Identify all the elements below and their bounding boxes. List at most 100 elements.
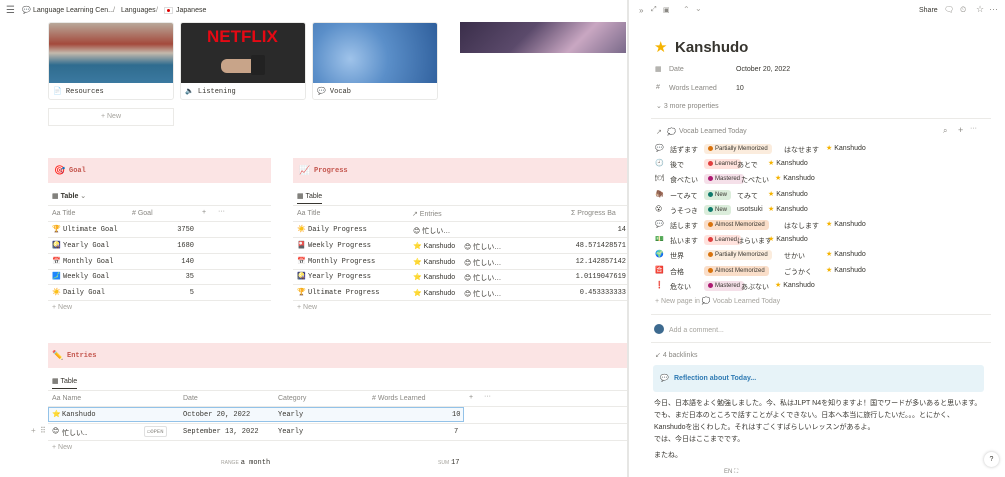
entry-link[interactable]: ★ Kanshudo [826, 266, 866, 274]
relation-label[interactable]: Vocab Learned Today [679, 128, 747, 135]
entry-link[interactable]: 😊 忙しい… [464, 273, 501, 283]
close-peek-icon[interactable]: » [639, 6, 643, 15]
share-button[interactable]: Share [919, 7, 938, 14]
gallery-new-button[interactable]: + New [48, 108, 174, 126]
entry-link[interactable]: ★ Kanshudo [768, 159, 808, 167]
table-row[interactable]: Yearly Progress [308, 273, 371, 281]
entries-col-name[interactable]: Aa Name [52, 395, 81, 402]
words-sum[interactable]: SUM 17 [438, 459, 459, 467]
vocab-word[interactable]: 危ない [670, 282, 691, 292]
new-page-button[interactable]: + New page in 💭 Vocab Learned Today [655, 297, 780, 305]
table-row[interactable]: Yearly Goal [63, 242, 109, 250]
goal-view-tab[interactable]: ▦ Table ⌄ [52, 192, 86, 200]
entry-link[interactable]: ★ Kanshudo [826, 250, 866, 258]
table-row[interactable]: Daily Goal [63, 289, 105, 297]
more-icon[interactable]: ··· [218, 208, 225, 215]
vocab-word[interactable]: 話ずます [670, 145, 698, 155]
gallery-card-resources[interactable]: 📄 Resources [48, 22, 174, 100]
progress-col-title[interactable]: Aa Title [297, 210, 320, 217]
prop-value[interactable]: 10 [736, 85, 744, 92]
add-column-icon[interactable]: + [469, 394, 473, 401]
progress-col-entries[interactable]: ↗ Entries [412, 210, 442, 218]
progress-col-bar[interactable]: Σ Progress Ba [571, 210, 616, 217]
entries-col-words[interactable]: # Words Learned [372, 395, 426, 402]
comment-input[interactable]: Add a comment... [669, 327, 724, 334]
search-icon[interactable]: ⌕ [943, 126, 947, 136]
more-properties-toggle[interactable]: ⌄ 3 more properties [656, 102, 719, 110]
gallery-card-listening[interactable]: NETFLIX 🔈 Listening [180, 22, 306, 100]
entry-link[interactable]: ⭐ Kanshudo [413, 242, 455, 250]
entries-view-tab[interactable]: ▦ Table [52, 377, 78, 389]
vocab-word[interactable]: 世界 [670, 251, 684, 261]
favorite-icon[interactable]: ☆ [976, 4, 984, 15]
entry-link[interactable]: ★ Kanshudo [768, 205, 808, 213]
entry-link[interactable]: 😊 忙しい… [464, 258, 501, 268]
table-row[interactable]: Ultimate Goal [63, 226, 118, 234]
page-title[interactable]: Kanshudo [675, 39, 748, 56]
more-icon[interactable]: ··· [484, 393, 491, 400]
vocab-word[interactable]: 払います [670, 236, 698, 246]
entry-link[interactable]: ⭐ Kanshudo [413, 273, 455, 281]
more-icon[interactable]: ··· [970, 125, 977, 132]
progress-view-tab[interactable]: ▦ Table [297, 192, 323, 204]
prop-label[interactable]: Date [669, 66, 684, 73]
entry-link[interactable]: ★ Kanshudo [826, 144, 866, 152]
entry-link[interactable]: ★ Kanshudo [775, 281, 815, 289]
goal-col-title[interactable]: Aa Title [52, 210, 75, 217]
table-row[interactable]: Ultimate Progress [308, 289, 379, 297]
layout-icon[interactable]: ▣ [663, 6, 670, 14]
menu-icon[interactable]: ☰ [6, 5, 15, 16]
open-button[interactable]: ▭OPEN [144, 426, 167, 437]
help-button[interactable]: ? [984, 452, 999, 467]
entry-link[interactable]: 😊 忙しい… [464, 242, 501, 252]
entries-col-category[interactable]: Category [278, 395, 306, 402]
gallery-card-vocab[interactable]: 💬 Vocab [312, 22, 438, 100]
entry-link[interactable]: ★ Kanshudo [768, 190, 808, 198]
chevron-up-icon[interactable]: ⌃ [683, 5, 690, 14]
entries-new-row[interactable]: + New [52, 444, 72, 451]
expand-icon[interactable]: ⤢ [651, 6, 657, 14]
entry-link[interactable]: 😊 忙しい… [464, 289, 501, 299]
breadcrumb-item-2[interactable]: Languages [121, 7, 156, 14]
callout[interactable]: 💬 Reflection about Today... [653, 365, 984, 392]
history-icon[interactable]: ⏲ [960, 5, 966, 15]
sakura-image[interactable] [460, 22, 626, 53]
progress-new-row[interactable]: + New [297, 304, 317, 311]
table-row[interactable]: Monthly Goal [63, 258, 113, 266]
language-selector[interactable]: EN ⛶ [724, 469, 738, 476]
add-row-icon[interactable]: + [31, 426, 36, 435]
date-calculation[interactable]: RANGE a month [221, 459, 270, 467]
farewell-line[interactable]: またね。 [654, 450, 682, 460]
vocab-word[interactable]: ーてみて [670, 191, 698, 201]
vocab-word[interactable]: うそつき [670, 206, 698, 216]
drag-handle-icon[interactable]: ⠿ [40, 426, 46, 435]
more-icon[interactable]: ··· [989, 4, 998, 14]
backlinks-toggle[interactable]: ↙ 4 backlinks [655, 351, 697, 359]
table-row[interactable]: Weekly Goal [63, 273, 109, 281]
add-icon[interactable]: + [958, 125, 963, 135]
closing-line[interactable]: では、今日はここまでです。 [654, 434, 744, 444]
vocab-word[interactable]: 話します [670, 221, 698, 231]
table-row[interactable]: Monthly Progress [308, 258, 375, 266]
reflection-text[interactable]: 今日、日本語をよく勉強しました。今、私はJLPT N4を知りますよ！国でワードが… [654, 398, 984, 434]
table-row[interactable]: Weekly Progress [308, 242, 371, 250]
goal-new-row[interactable]: + New [52, 304, 72, 311]
prop-value[interactable]: October 20, 2022 [736, 66, 790, 73]
vocab-word[interactable]: 食べたい [670, 175, 698, 185]
goal-col-goal[interactable]: # Goal [132, 210, 153, 217]
vocab-word[interactable]: 後で [670, 160, 684, 170]
entry-link[interactable]: ⭐ Kanshudo [413, 258, 455, 266]
table-row[interactable]: Daily Progress [308, 226, 367, 234]
table-row[interactable] [48, 407, 464, 422]
entry-link[interactable]: ★ Kanshudo [775, 174, 815, 182]
prop-label[interactable]: Words Learned [669, 85, 717, 92]
comment-icon[interactable]: 🗨 [944, 5, 954, 14]
vocab-word[interactable]: 合格 [670, 267, 684, 277]
breadcrumb-item-1[interactable]: Language Learning Cen... [33, 7, 114, 14]
entry-link[interactable]: 😊 忙しい… [413, 226, 450, 236]
breadcrumb-item-3[interactable]: Japanese [176, 7, 206, 14]
entry-link[interactable]: ★ Kanshudo [768, 235, 808, 243]
entries-col-date[interactable]: Date [183, 395, 198, 402]
chevron-down-icon[interactable]: ⌄ [695, 4, 702, 13]
add-column-icon[interactable]: + [202, 209, 206, 216]
